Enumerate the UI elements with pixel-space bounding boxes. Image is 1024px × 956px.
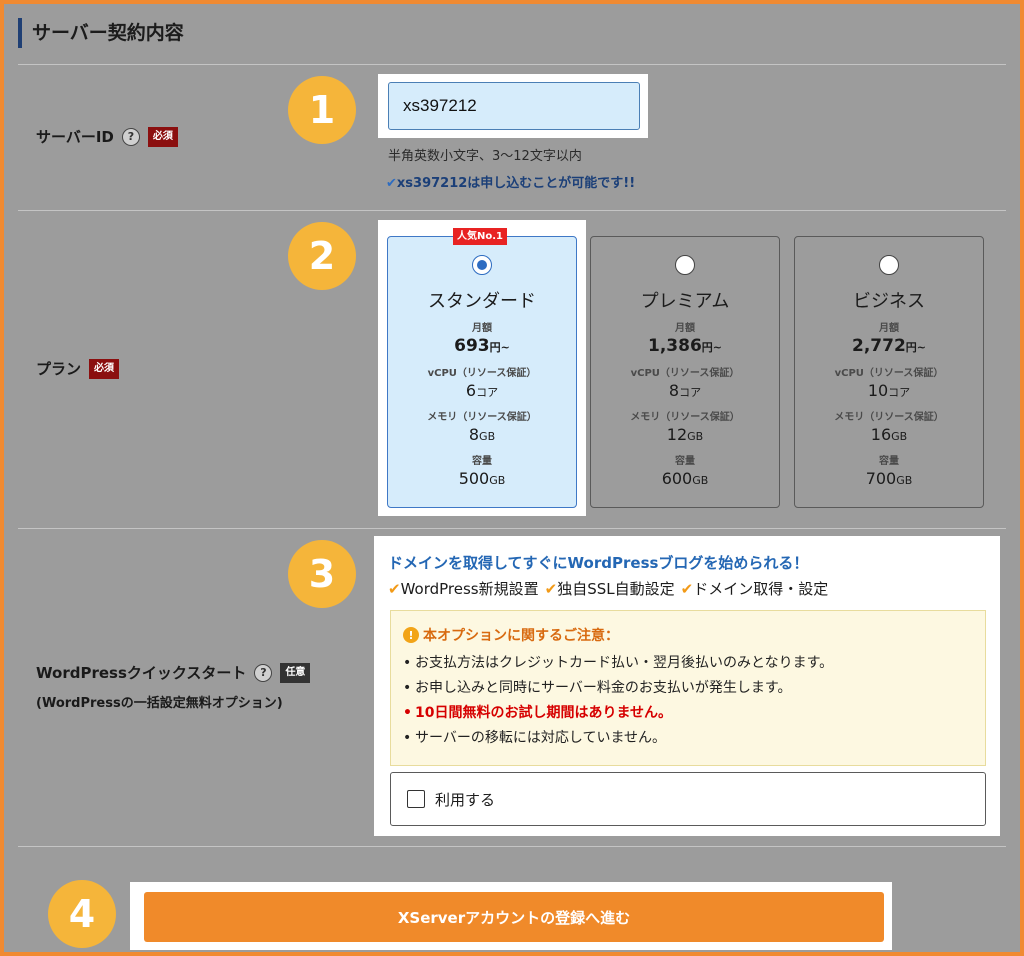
plan-memory: 12GB	[666, 425, 704, 444]
notice-list: お支払方法はクレジットカード払い・翌月後払いのみとなります。 お申し込みと同時に…	[403, 651, 975, 751]
plan-name: プレミアム	[640, 291, 730, 311]
page-frame: サーバー契約内容 サーバーID ? 必須 1 半角英数小文字、3～12文字以内 …	[4, 4, 1020, 952]
ok-message-text: xs397212は申し込むことが可能です!!	[396, 176, 636, 191]
use-checkbox[interactable]	[407, 790, 425, 808]
step-badge-3: 3	[288, 540, 356, 608]
plan-storage: 500GB	[458, 469, 506, 488]
step-badge-2: 2	[288, 222, 356, 290]
server-id-hint: 半角英数小文字、3～12文字以内	[388, 149, 582, 164]
plan-vcpu: 6コア	[465, 381, 499, 400]
plan-vcpu: 8コア	[668, 381, 702, 400]
wordpress-label: WordPressクイックスタート	[36, 664, 247, 682]
radio-selected[interactable]	[472, 255, 492, 275]
server-id-input[interactable]	[388, 82, 640, 130]
radio-unselected[interactable]	[879, 255, 899, 275]
section-title: サーバー契約内容	[18, 18, 184, 48]
plan-label-group: プラン 必須	[36, 358, 120, 379]
storage-label: 容量	[472, 456, 492, 467]
plan-name: スタンダード	[428, 291, 536, 311]
price-label: 月額	[879, 323, 899, 334]
divider	[18, 528, 1006, 529]
plan-name: ビジネス	[853, 291, 925, 311]
plan-price: 1,386円~	[648, 336, 722, 356]
plan-label: プラン	[36, 360, 82, 378]
server-id-ok-message: ✔xs397212は申し込むことが可能です!!	[386, 172, 635, 191]
memory-label: メモリ（リソース保証）	[834, 412, 944, 423]
check-icon: ✔	[544, 580, 558, 598]
server-id-label: サーバーID	[36, 128, 114, 146]
storage-label: 容量	[879, 456, 899, 467]
warning-icon: !	[403, 627, 419, 643]
wordpress-headline: ドメインを取得してすぐにWordPressブログを始められる！	[388, 554, 809, 572]
notice-title: ! 本オプションに関するご注意：	[403, 625, 975, 645]
price-label: 月額	[472, 323, 492, 334]
optional-badge: 任意	[280, 662, 311, 683]
plan-memory: 8GB	[468, 425, 496, 444]
radio-unselected[interactable]	[675, 255, 695, 275]
notice-box: !本オプションに関するご注意： お支払方法はクレジットカード払い・翌月後払いのみ…	[390, 610, 986, 766]
server-id-label-group: サーバーID ? 必須	[36, 126, 178, 147]
divider	[18, 210, 1006, 211]
feature-item: ✔ドメイン取得・設定	[680, 580, 829, 598]
help-icon[interactable]: ?	[121, 127, 140, 146]
vcpu-label: vCPU（リソース保証）	[630, 368, 740, 379]
memory-label: メモリ（リソース保証）	[630, 412, 740, 423]
list-item: サーバーの移転には対応していません。	[403, 726, 975, 751]
vcpu-label: vCPU（リソース保証）	[427, 368, 537, 379]
wordpress-sublabel: (WordPressの一括設定無料オプション)	[36, 696, 283, 711]
submit-button[interactable]: XServerアカウントの登録へ進む	[144, 892, 884, 942]
plan-memory: 16GB	[870, 425, 908, 444]
plan-price: 2,772円~	[852, 336, 926, 356]
help-icon[interactable]: ?	[254, 663, 273, 682]
list-item: お支払方法はクレジットカード払い・翌月後払いのみとなります。	[403, 651, 975, 676]
plan-vcpu: 10コア	[867, 381, 911, 400]
plan-card-business[interactable]: ビジネス 月額 2,772円~ vCPU（リソース保証） 10コア メモリ（リソ…	[794, 236, 984, 508]
plan-storage: 700GB	[865, 469, 913, 488]
use-option-checkbox-row[interactable]: 利用する	[390, 772, 986, 826]
wordpress-features: ✔WordPress新規設置 ✔独自SSL自動設定 ✔ドメイン取得・設定	[388, 578, 828, 599]
required-badge: 必須	[147, 126, 178, 147]
check-icon: ✔	[388, 580, 401, 598]
plan-card-standard[interactable]: スタンダード 月額 693円~ vCPU（リソース保証） 6コア メモリ（リソー…	[387, 236, 577, 508]
check-icon: ✔	[680, 580, 694, 598]
check-icon: ✔	[386, 176, 397, 191]
wordpress-label-group: WordPressクイックスタート ? 任意	[36, 662, 311, 683]
list-item: お申し込みと同時にサーバー料金のお支払いが発生します。	[403, 676, 975, 701]
plan-price: 693円~	[454, 336, 510, 356]
divider	[18, 64, 1006, 65]
feature-item: ✔独自SSL自動設定	[544, 580, 675, 598]
memory-label: メモリ（リソース保証）	[427, 412, 537, 423]
required-badge: 必須	[89, 358, 120, 379]
storage-label: 容量	[675, 456, 695, 467]
step-badge-4: 4	[48, 880, 116, 948]
price-label: 月額	[675, 323, 695, 334]
use-label: 利用する	[435, 790, 496, 809]
divider	[18, 846, 1006, 847]
vcpu-label: vCPU（リソース保証）	[834, 368, 944, 379]
step-badge-1: 1	[288, 76, 356, 144]
feature-item: ✔WordPress新規設置	[388, 580, 539, 598]
list-item: 10日間無料のお試し期間はありません。	[403, 701, 975, 726]
popular-badge: 人気No.1	[453, 228, 507, 245]
plan-card-premium[interactable]: プレミアム 月額 1,386円~ vCPU（リソース保証） 8コア メモリ（リソ…	[590, 236, 780, 508]
plan-storage: 600GB	[661, 469, 709, 488]
